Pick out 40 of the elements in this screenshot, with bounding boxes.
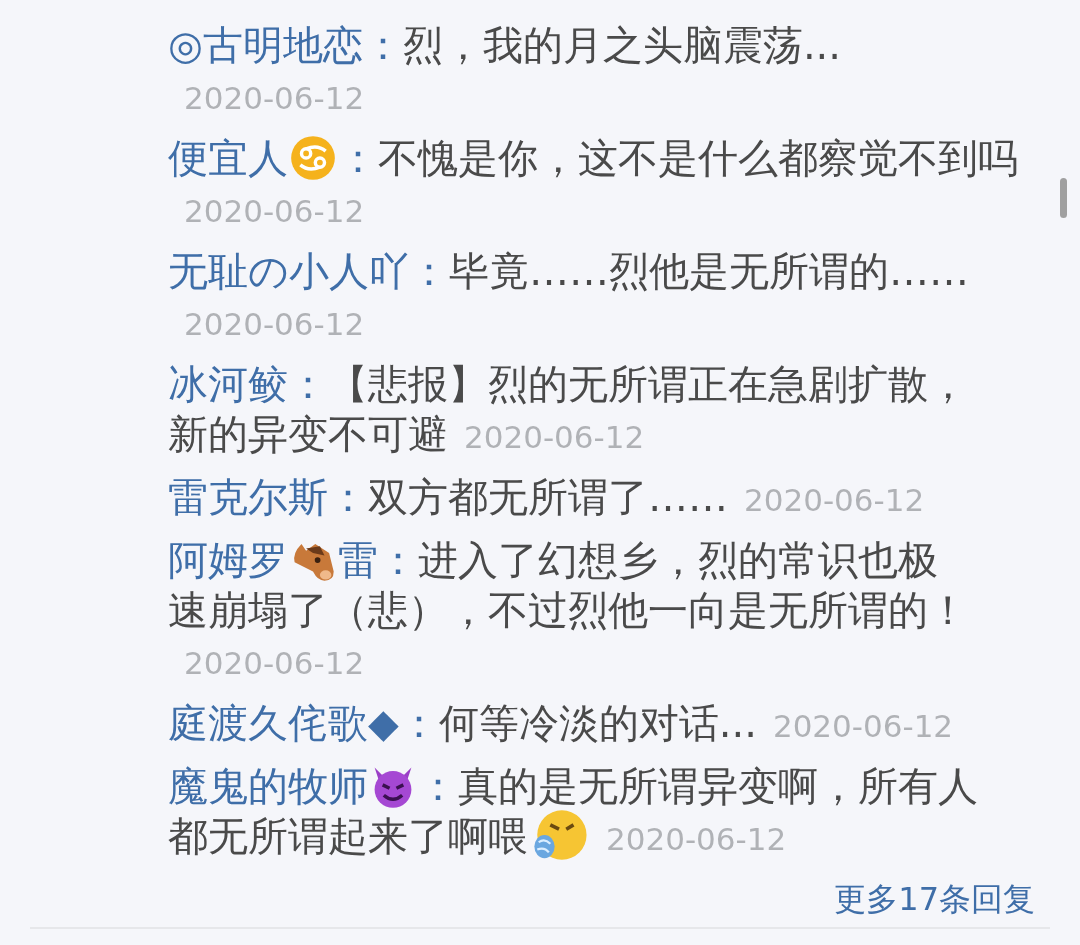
username: ◎古明地恋 [168, 22, 363, 68]
reply-date: 2020-06-12 [184, 644, 365, 683]
more-replies-link[interactable]: 更多17条回复 [834, 874, 1035, 924]
username: 无耻の小人吖 [168, 248, 409, 294]
reply-text: 毕竟……烈他是无所谓的…… [449, 248, 969, 294]
reply-date: 2020-06-12 [606, 820, 787, 859]
reply-text: 烈，我的月之头脑震荡... [402, 22, 842, 68]
reply-date: 2020-06-12 [464, 418, 645, 457]
reply-date: 2020-06-12 [772, 707, 954, 746]
reply-text: 吗 [978, 135, 1018, 181]
colon: ： [378, 537, 418, 583]
colon: ： [398, 700, 439, 746]
reply-date: 2020-06-12 [744, 481, 925, 520]
username: 庭渡久侘歌◆ [168, 700, 399, 746]
reply-text: 不愧是你，这不是什么都察觉不到 [378, 135, 978, 181]
colon: ： [328, 474, 368, 520]
reply-date: 2020-06-12 [184, 192, 365, 231]
reply-text: 何等冷淡的对话... [438, 700, 757, 746]
username: 阿姆罗 [168, 537, 288, 583]
reply-text: 双方都无所谓了…… [368, 474, 728, 520]
colon: ： [418, 763, 458, 809]
reply-text: 新的异变不可避 [168, 411, 448, 457]
username: 雷 [338, 537, 378, 583]
reply-date: 2020-06-12 [184, 305, 365, 344]
zodiac-sign-icon [290, 135, 336, 181]
colon: ： [362, 22, 403, 68]
colon: ： [338, 135, 378, 181]
colon: ： [409, 248, 449, 294]
username: 便宜人 [168, 135, 288, 181]
colon: ： [288, 361, 328, 407]
reply-text: 【悲报】烈的无所谓正在急剧扩散， [328, 361, 968, 407]
reply-text: 都无所谓起来了啊喂 [168, 813, 528, 859]
username: 魔鬼的牧师 [168, 763, 368, 809]
scrollbar[interactable] [1060, 178, 1067, 218]
username: 冰河鲛 [168, 361, 288, 407]
reply-text: 速崩塌了（悲），不过烈他一向是无所谓的！ [168, 587, 968, 633]
reply-date: 2020-06-12 [184, 79, 365, 118]
reply-text: 进入了幻想乡，烈的常识也极 [418, 537, 938, 583]
username: 雷克尔斯 [168, 474, 328, 520]
reply-text: 真的是无所谓异变啊，所有人 [458, 763, 978, 809]
